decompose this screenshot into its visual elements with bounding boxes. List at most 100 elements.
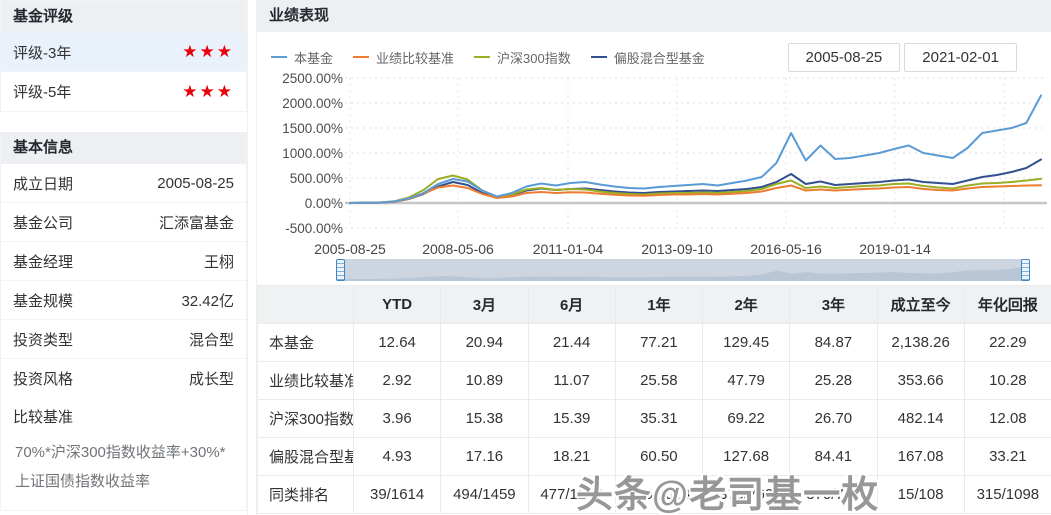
- info-label: 基金经理: [13, 253, 74, 271]
- performance-line-chart: 2500.00% 2000.00% 1500.00% 1000.00% 500.00% 0…: [282, 71, 1047, 257]
- svg-text:2500.00%: 2500.00%: [282, 71, 343, 86]
- info-value: 32.42亿: [181, 292, 234, 310]
- table-row: 业绩比较基准 2.92 10.89 11.07 25.58 47.79 25.28 353.6…: [257, 361, 1051, 400]
- info-label: 基金规模: [13, 292, 74, 310]
- info-row: 成立日期 2005-08-25: [1, 164, 246, 203]
- svg-text:2005-08-25: 2005-08-25: [314, 241, 386, 257]
- fund-rating-section: 基金评级 评级-3年 ★★★ 评级-5年 ★★★: [0, 0, 247, 112]
- table-row-label: 偏股混合型基金: [257, 437, 354, 476]
- basic-info-header: 基本信息: [1, 132, 246, 164]
- table-column-header: [257, 285, 354, 324]
- table-cell: 2.92: [352, 361, 442, 400]
- legend-dash-icon: [474, 56, 491, 58]
- info-row: 基金规模 32.42亿: [1, 281, 246, 320]
- table-cell: 494/1459: [440, 475, 529, 514]
- svg-text:2019-01-14: 2019-01-14: [859, 241, 931, 257]
- legend-dash-icon: [353, 56, 370, 58]
- table-cell: 15.38: [440, 399, 529, 438]
- benchmark-text: 70%*沪深300指数收益率+30%*上证国债指数收益率: [15, 444, 226, 490]
- table-row-label: 沪深300指数: [257, 399, 354, 438]
- table-column-header: 6月: [527, 285, 616, 324]
- legend-dash-icon: [271, 56, 287, 58]
- table-cell: 21.44: [527, 323, 616, 362]
- table-column-header: 成立至今: [876, 285, 965, 324]
- datazoom-silhouette: [341, 266, 1025, 281]
- svg-text:-500.00%: -500.00%: [285, 221, 343, 236]
- table-cell: 2,138.26: [876, 323, 965, 362]
- table-cell: 4.93: [352, 437, 442, 476]
- rating-row: 评级-3年 ★★★: [1, 33, 246, 72]
- table-cell: 26.70: [789, 399, 878, 438]
- info-value: 混合型: [188, 331, 234, 349]
- rating-row: 评级-5年 ★★★: [1, 72, 246, 111]
- datazoom-right-handle[interactable]: [1021, 259, 1030, 281]
- info-row: 投资类型 混合型: [1, 320, 246, 359]
- fund-rating-rows: 评级-3年 ★★★ 评级-5年 ★★★: [1, 33, 246, 111]
- table-cell: 25.28: [789, 361, 878, 400]
- svg-text:2016-05-16: 2016-05-16: [750, 241, 822, 257]
- basic-info-section: 基本信息 成立日期 2005-08-25 基金公司 汇添富基金基金经理 王栩基金规模 32…: [0, 132, 247, 511]
- table-cell: 22.29: [963, 323, 1051, 362]
- table-row-label: 同类排名: [257, 475, 354, 514]
- table-cell: 11.07: [527, 361, 616, 400]
- table-row: 沪深300指数 3.96 15.38 15.39 35.31 69.22 26.70 482.…: [257, 399, 1051, 438]
- table-column-header: 2年: [701, 285, 791, 324]
- svg-text:1500.00%: 1500.00%: [282, 121, 343, 136]
- table-cell: 84.87: [789, 323, 878, 362]
- svg-text:0.00%: 0.00%: [305, 196, 343, 211]
- svg-text:2000.00%: 2000.00%: [282, 96, 343, 111]
- info-label: 投资类型: [13, 331, 74, 349]
- table-column-header: 3月: [440, 285, 529, 324]
- table-cell: 10.28: [963, 361, 1051, 400]
- info-value: 成长型: [188, 371, 234, 388]
- table-cell: 353.66: [876, 361, 965, 400]
- table-cell: 15.39: [527, 399, 616, 438]
- svg-text:500.00%: 500.00%: [290, 171, 343, 186]
- table-cell: 10.89: [440, 361, 529, 400]
- table-cell: 3.96: [352, 399, 442, 438]
- table-cell: 12.64: [352, 323, 442, 362]
- rating-stars: ★★★: [182, 81, 234, 101]
- table-column-header: 1年: [614, 285, 704, 324]
- datazoom-left-handle[interactable]: [336, 259, 345, 281]
- info-label: 成立日期: [13, 175, 74, 193]
- table-row-label: 业绩比较基准: [257, 361, 354, 400]
- table-row: 本基金 12.64 20.94 21.44 77.21 129.45 84.87 2,138.…: [257, 323, 1051, 362]
- info-label: 投资风格: [13, 371, 74, 388]
- table-cell: 33.21: [963, 437, 1051, 476]
- svg-text:2013-09-10: 2013-09-10: [641, 241, 713, 257]
- chart-datazoom-slider[interactable]: [336, 259, 1030, 281]
- legend-dash-icon: [590, 56, 607, 58]
- table-cell: 47.79: [701, 361, 791, 400]
- performance-panel: 业绩表现 本基金 业绩比较基准 沪深300指数 偏股混合型基金 2005-08-25 …: [256, 0, 1051, 515]
- table-cell: 69.22: [701, 399, 791, 438]
- rating-label: 评级-5年: [13, 84, 72, 101]
- info-label: 基金公司: [13, 214, 74, 232]
- svg-text:2011-01-04: 2011-01-04: [533, 241, 604, 257]
- rating-stars: ★★★: [182, 42, 234, 61]
- info-row: 投资风格 成长型: [1, 359, 246, 398]
- basic-info-rows: 成立日期 2005-08-25 基金公司 汇添富基金基金经理 王栩基金规模 32.42亿投…: [1, 164, 246, 398]
- sidebar: 基金评级 评级-3年 ★★★ 评级-5年 ★★★ 基本信息 成立日期 2005-08-2…: [0, 0, 248, 515]
- benchmark-label: 比较基准: [13, 408, 74, 426]
- table-cell: 12.08: [963, 399, 1051, 438]
- table-cell: 39/1614: [352, 475, 442, 514]
- table-cell: 25.58: [614, 361, 704, 400]
- table-cell: 315/1098: [963, 475, 1051, 514]
- table-cell: 20.94: [440, 323, 529, 362]
- fund-detail-page: 基金评级 评级-3年 ★★★ 评级-5年 ★★★ 基本信息 成立日期 2005-08-2…: [0, 0, 1051, 515]
- info-value: 王栩: [203, 253, 234, 271]
- info-value: 汇添富基金: [158, 214, 234, 232]
- info-row: 基金经理 王栩: [1, 242, 246, 281]
- svg-text:2008-05-06: 2008-05-06: [422, 241, 494, 257]
- table-cell: 17.16: [440, 437, 529, 476]
- table-cell: 35.31: [614, 399, 704, 438]
- table-column-header: 年化回报: [963, 285, 1051, 324]
- info-value: 2005-08-25: [157, 174, 234, 192]
- table-header-row: YTD 3月 6月 1年 2年 3年 成立至今 年化回报: [257, 285, 1051, 324]
- rating-label: 评级-3年: [13, 44, 72, 62]
- fund-rating-header: 基金评级: [1, 1, 246, 33]
- table-cell: 15/108: [876, 475, 965, 514]
- table-cell: 167.08: [876, 437, 965, 476]
- table-column-header: YTD: [352, 285, 442, 324]
